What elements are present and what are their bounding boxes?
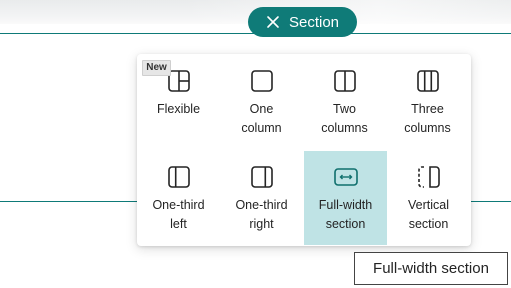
option-label-line2: columns [404,121,451,135]
new-badge: New [142,60,171,76]
two-columns-icon [333,70,356,92]
one-third-left-icon [167,166,190,188]
option-label-line2: section [408,217,449,231]
vertical-section-icon [417,166,440,188]
option-two-columns[interactable]: Two columns [303,55,386,149]
one-third-right-icon [250,166,273,188]
option-three-columns[interactable]: Three columns [386,55,469,149]
option-label-line2: section [325,217,366,231]
option-label: Flexible [156,102,201,116]
section-button-label: Section [288,13,340,31]
section-close-button[interactable]: Section [248,7,357,37]
option-one-column[interactable]: One column [220,55,303,149]
option-label-line1: One-third [235,198,288,212]
option-label-line1: Vertical [408,198,449,212]
option-one-third-left[interactable]: One-third left [137,151,220,245]
option-vertical-section[interactable]: Vertical section [387,151,470,245]
option-full-width-section[interactable]: Full-width section [304,151,387,245]
option-label-line2: columns [321,121,368,135]
one-column-icon [250,70,273,92]
close-icon [267,16,279,28]
option-label-line1: One-third [152,198,205,212]
three-columns-icon [416,70,439,92]
option-label-line2: right [249,217,274,231]
option-label-line2: column [241,121,282,135]
option-label-line1: Three [411,102,444,116]
option-label-line2: left [170,217,187,231]
option-label-line1: Full-width [318,198,373,212]
option-label-line1: One [249,102,274,116]
option-label-line1: Two [333,102,356,116]
option-one-third-right[interactable]: One-third right [220,151,303,245]
tooltip: Full-width section [354,252,508,285]
full-width-icon [333,168,358,186]
